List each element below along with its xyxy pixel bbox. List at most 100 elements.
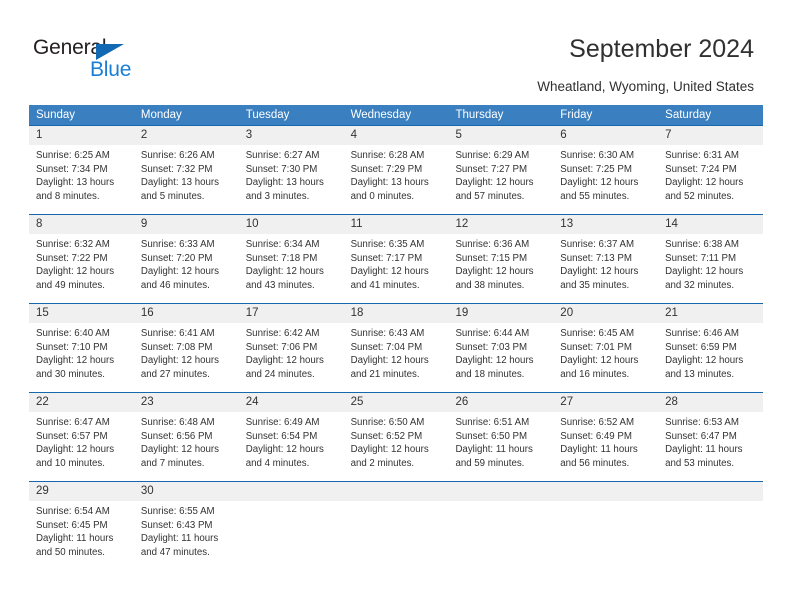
day-number: 11 xyxy=(350,218,363,230)
day-number-band: 5 xyxy=(448,126,554,145)
week-row: 8 Sunrise: 6:32 AM Sunset: 7:22 PM Dayli… xyxy=(29,214,764,303)
day-cell[interactable]: 11 Sunrise: 6:35 AM Sunset: 7:17 PM Dayl… xyxy=(343,214,449,303)
sunset-text: Sunset: 7:04 PM xyxy=(350,341,423,353)
day-cell[interactable]: 20 Sunrise: 6:45 AM Sunset: 7:01 PM Dayl… xyxy=(553,303,659,392)
day-cell[interactable]: 4 Sunrise: 6:28 AM Sunset: 7:29 PM Dayli… xyxy=(343,125,449,214)
sunset-text: Sunset: 6:45 PM xyxy=(36,519,108,531)
sunset-text: Sunset: 7:13 PM xyxy=(560,252,632,264)
day-number: 19 xyxy=(455,307,469,319)
day-cell[interactable]: 26 Sunrise: 6:51 AM Sunset: 6:50 PM Dayl… xyxy=(448,392,554,481)
sunset-text: Sunset: 7:30 PM xyxy=(245,163,318,175)
day-number-band: 2 xyxy=(133,126,239,145)
page-header: General Blue September 2024 Wheatland, W… xyxy=(0,0,792,100)
day-details: Sunrise: 6:40 AM Sunset: 7:10 PM Dayligh… xyxy=(29,323,134,381)
day-cell[interactable]: 24 Sunrise: 6:49 AM Sunset: 6:54 PM Dayl… xyxy=(238,392,344,481)
sunset-text: Sunset: 6:52 PM xyxy=(350,430,423,442)
daylight-text: Daylight: 12 hours and 52 minutes. xyxy=(665,177,744,202)
page-title: September 2024 xyxy=(569,35,754,63)
sunset-text: Sunset: 7:22 PM xyxy=(36,252,108,264)
day-cell[interactable]: 5 Sunrise: 6:29 AM Sunset: 7:27 PM Dayli… xyxy=(448,125,554,214)
day-cell[interactable]: 28 Sunrise: 6:53 AM Sunset: 6:47 PM Dayl… xyxy=(658,392,764,481)
day-details: Sunrise: 6:25 AM Sunset: 7:34 PM Dayligh… xyxy=(29,145,134,203)
day-cell[interactable]: 16 Sunrise: 6:41 AM Sunset: 7:08 PM Dayl… xyxy=(133,303,239,392)
brand-logo[interactable]: General Blue xyxy=(33,36,163,82)
sunset-text: Sunset: 6:43 PM xyxy=(140,519,213,531)
day-number: 3 xyxy=(245,129,253,141)
sunrise-text: Sunrise: 6:48 AM xyxy=(140,417,215,428)
sunrise-text: Sunrise: 6:47 AM xyxy=(36,417,110,428)
weekday-header-saturday: Saturday xyxy=(665,109,712,121)
daylight-text: Daylight: 13 hours and 5 minutes. xyxy=(140,177,219,202)
day-details: Sunrise: 6:45 AM Sunset: 7:01 PM Dayligh… xyxy=(553,323,658,381)
day-cell[interactable]: 15 Sunrise: 6:40 AM Sunset: 7:10 PM Dayl… xyxy=(29,303,134,392)
day-number-band xyxy=(553,482,659,501)
day-number: 10 xyxy=(245,218,259,230)
day-cell[interactable]: 18 Sunrise: 6:43 AM Sunset: 7:04 PM Dayl… xyxy=(343,303,449,392)
day-cell[interactable]: 25 Sunrise: 6:50 AM Sunset: 6:52 PM Dayl… xyxy=(343,392,449,481)
sunset-text: Sunset: 7:24 PM xyxy=(665,163,737,175)
day-cell[interactable]: 1 Sunrise: 6:25 AM Sunset: 7:34 PM Dayli… xyxy=(29,125,134,214)
day-cell[interactable]: 23 Sunrise: 6:48 AM Sunset: 6:56 PM Dayl… xyxy=(133,392,239,481)
day-cell[interactable]: 10 Sunrise: 6:34 AM Sunset: 7:18 PM Dayl… xyxy=(238,214,344,303)
sunset-text: Sunset: 7:18 PM xyxy=(245,252,318,264)
day-cell[interactable]: 19 Sunrise: 6:44 AM Sunset: 7:03 PM Dayl… xyxy=(448,303,554,392)
weekday-header-sunday: Sunday xyxy=(36,109,76,121)
day-cell[interactable]: 17 Sunrise: 6:42 AM Sunset: 7:06 PM Dayl… xyxy=(238,303,344,392)
day-cell[interactable]: 9 Sunrise: 6:33 AM Sunset: 7:20 PM Dayli… xyxy=(133,214,239,303)
day-cell[interactable]: 21 Sunrise: 6:46 AM Sunset: 6:59 PM Dayl… xyxy=(658,303,764,392)
weekday-header-wednesday: Wednesday xyxy=(350,109,412,121)
day-cell[interactable]: 30 Sunrise: 6:55 AM Sunset: 6:43 PM Dayl… xyxy=(133,481,239,573)
day-cell[interactable]: 7 Sunrise: 6:31 AM Sunset: 7:24 PM Dayli… xyxy=(658,125,764,214)
sunrise-text: Sunrise: 6:45 AM xyxy=(560,328,635,339)
sunrise-text: Sunrise: 6:49 AM xyxy=(245,417,320,428)
daylight-text: Daylight: 12 hours and 57 minutes. xyxy=(455,177,534,202)
day-number: 27 xyxy=(560,396,574,408)
sunset-text: Sunset: 7:34 PM xyxy=(36,163,108,175)
daylight-text: Daylight: 12 hours and 32 minutes. xyxy=(665,266,744,291)
day-cell[interactable]: 22 Sunrise: 6:47 AM Sunset: 6:57 PM Dayl… xyxy=(29,392,134,481)
day-number-band: 24 xyxy=(238,393,344,412)
day-number: 15 xyxy=(36,307,49,319)
sunrise-text: Sunrise: 6:54 AM xyxy=(36,506,110,517)
sunrise-text: Sunrise: 6:26 AM xyxy=(140,150,215,161)
day-number-band xyxy=(343,482,449,501)
day-number: 22 xyxy=(36,396,49,408)
day-details: Sunrise: 6:52 AM Sunset: 6:49 PM Dayligh… xyxy=(553,412,658,470)
day-number: 2 xyxy=(140,129,148,141)
sunrise-text: Sunrise: 6:40 AM xyxy=(36,328,110,339)
sunrise-text: Sunrise: 6:37 AM xyxy=(560,239,635,250)
week-row: 15 Sunrise: 6:40 AM Sunset: 7:10 PM Dayl… xyxy=(29,303,764,392)
day-cell[interactable]: 27 Sunrise: 6:52 AM Sunset: 6:49 PM Dayl… xyxy=(553,392,659,481)
day-cell[interactable]: 14 Sunrise: 6:38 AM Sunset: 7:11 PM Dayl… xyxy=(658,214,764,303)
day-number: 23 xyxy=(140,396,154,408)
day-details: Sunrise: 6:28 AM Sunset: 7:29 PM Dayligh… xyxy=(344,145,449,203)
day-number-band: 17 xyxy=(238,304,344,323)
sunset-text: Sunset: 7:03 PM xyxy=(455,341,528,353)
day-number-band: 14 xyxy=(658,215,764,234)
day-cell[interactable]: 29 Sunrise: 6:54 AM Sunset: 6:45 PM Dayl… xyxy=(29,481,134,573)
day-cell[interactable]: 13 Sunrise: 6:37 AM Sunset: 7:13 PM Dayl… xyxy=(553,214,659,303)
sunrise-text: Sunrise: 6:46 AM xyxy=(665,328,739,339)
day-details: Sunrise: 6:34 AM Sunset: 7:18 PM Dayligh… xyxy=(239,234,344,292)
sunset-text: Sunset: 7:17 PM xyxy=(350,252,423,264)
sunrise-text: Sunrise: 6:30 AM xyxy=(560,150,635,161)
day-cell[interactable]: 2 Sunrise: 6:26 AM Sunset: 7:32 PM Dayli… xyxy=(133,125,239,214)
day-cell[interactable]: 12 Sunrise: 6:36 AM Sunset: 7:15 PM Dayl… xyxy=(448,214,554,303)
day-number-band xyxy=(658,482,764,501)
day-cell[interactable]: 6 Sunrise: 6:30 AM Sunset: 7:25 PM Dayli… xyxy=(553,125,659,214)
day-details: Sunrise: 6:31 AM Sunset: 7:24 PM Dayligh… xyxy=(658,145,763,203)
day-cell[interactable]: 3 Sunrise: 6:27 AM Sunset: 7:30 PM Dayli… xyxy=(238,125,344,214)
week-row: 22 Sunrise: 6:47 AM Sunset: 6:57 PM Dayl… xyxy=(29,392,764,481)
day-number-band xyxy=(448,482,554,501)
day-details: Sunrise: 6:33 AM Sunset: 7:20 PM Dayligh… xyxy=(134,234,239,292)
daylight-text: Daylight: 11 hours and 56 minutes. xyxy=(560,444,638,469)
day-details: Sunrise: 6:47 AM Sunset: 6:57 PM Dayligh… xyxy=(29,412,134,470)
daylight-text: Daylight: 12 hours and 16 minutes. xyxy=(560,355,639,380)
day-details: Sunrise: 6:32 AM Sunset: 7:22 PM Dayligh… xyxy=(29,234,134,292)
day-number-band: 1 xyxy=(29,126,134,145)
day-cell-empty xyxy=(238,481,344,573)
sunset-text: Sunset: 6:56 PM xyxy=(140,430,213,442)
sunset-text: Sunset: 7:15 PM xyxy=(455,252,528,264)
day-cell[interactable]: 8 Sunrise: 6:32 AM Sunset: 7:22 PM Dayli… xyxy=(29,214,134,303)
sunset-text: Sunset: 7:06 PM xyxy=(245,341,318,353)
